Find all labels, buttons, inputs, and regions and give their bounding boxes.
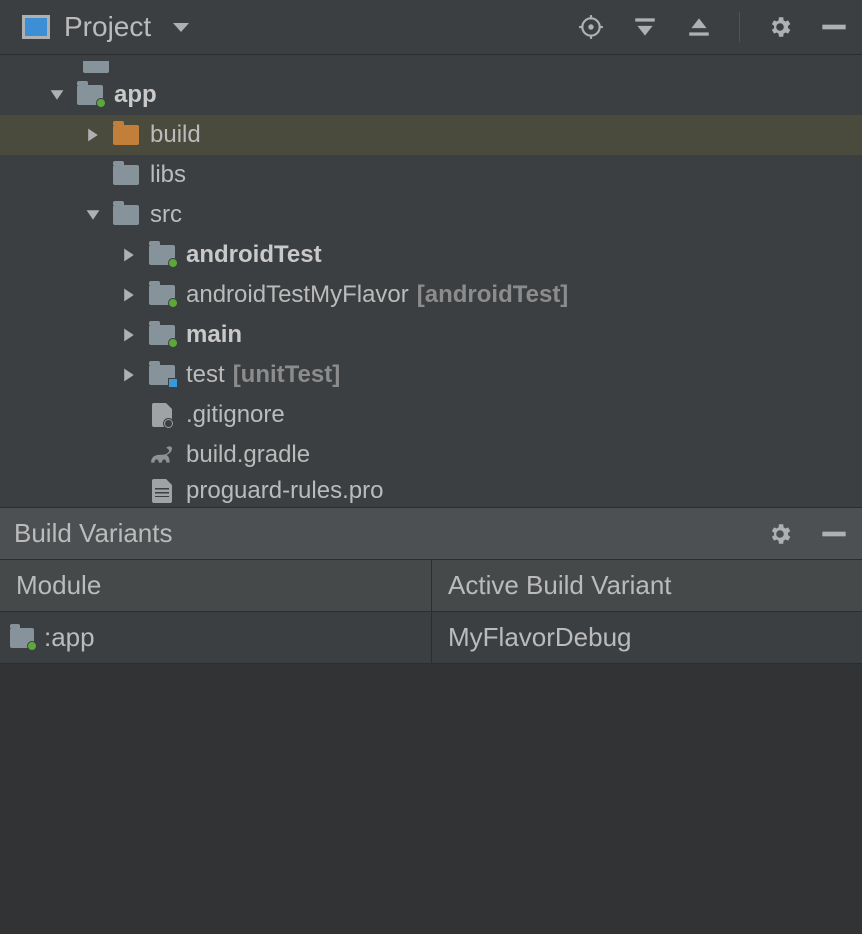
tree-label: build	[150, 121, 201, 149]
module-icon	[10, 628, 34, 648]
column-header-module[interactable]: Module	[0, 560, 432, 611]
tree-node-app[interactable]: app	[0, 75, 862, 115]
tree-label: src	[150, 201, 182, 229]
chevron-down-icon[interactable]	[173, 23, 189, 32]
chevron-right-icon[interactable]	[118, 247, 140, 263]
build-variants-header: Build Variants	[0, 507, 862, 560]
tree-label: libs	[150, 161, 186, 189]
chevron-right-icon[interactable]	[118, 287, 140, 303]
build-variants-empty-area	[0, 664, 862, 934]
tree-label: main	[186, 321, 242, 349]
panel-title: Build Variants	[14, 518, 173, 549]
build-variants-row[interactable]: :app MyFlavorDebug	[0, 612, 862, 664]
variant-cell[interactable]: MyFlavorDebug	[432, 612, 862, 663]
target-icon[interactable]	[577, 13, 605, 41]
tree-label-suffix: [androidTest]	[417, 281, 569, 309]
chevron-right-icon[interactable]	[118, 327, 140, 343]
variant-name: MyFlavorDebug	[448, 622, 632, 653]
tree-label: .gitignore	[186, 401, 285, 429]
chevron-down-icon[interactable]	[82, 207, 104, 223]
tree-label: proguard-rules.pro	[186, 477, 383, 505]
hide-icon[interactable]	[820, 520, 848, 548]
tree-row-truncated[interactable]	[0, 61, 862, 75]
tree-label: androidTestMyFlavor	[186, 281, 409, 309]
module-name: :app	[44, 622, 95, 653]
column-header-variant[interactable]: Active Build Variant	[432, 560, 862, 611]
project-toolbar: Project	[0, 0, 862, 55]
tree-node-build[interactable]: build	[0, 115, 862, 155]
tree-node-src[interactable]: src	[0, 195, 862, 235]
tree-label: test	[186, 361, 225, 389]
collapse-all-icon[interactable]	[685, 13, 713, 41]
expand-all-icon[interactable]	[631, 13, 659, 41]
tree-label: app	[114, 81, 157, 109]
chevron-right-icon[interactable]	[82, 127, 104, 143]
tree-node-main[interactable]: main	[0, 315, 862, 355]
module-cell[interactable]: :app	[0, 612, 432, 663]
chevron-right-icon[interactable]	[118, 367, 140, 383]
toolbar-divider	[739, 12, 740, 42]
gear-icon[interactable]	[766, 13, 794, 41]
project-view-selector[interactable]: Project	[64, 11, 151, 43]
tree-node-proguard[interactable]: proguard-rules.pro	[0, 475, 862, 507]
tree-node-androidtestmyflavor[interactable]: androidTestMyFlavor [androidTest]	[0, 275, 862, 315]
tree-node-test[interactable]: test [unitTest]	[0, 355, 862, 395]
gear-icon[interactable]	[766, 520, 794, 548]
build-variants-table-header: Module Active Build Variant	[0, 560, 862, 612]
toolbar-actions	[577, 12, 848, 42]
tree-node-androidtest[interactable]: androidTest	[0, 235, 862, 275]
tree-node-gitignore[interactable]: .gitignore	[0, 395, 862, 435]
hide-icon[interactable]	[820, 13, 848, 41]
tree-label: androidTest	[186, 241, 322, 269]
tree-label: build.gradle	[186, 441, 310, 469]
project-window-icon	[22, 15, 50, 39]
tree-label-suffix: [unitTest]	[233, 361, 341, 389]
project-tree[interactable]: app build libs src androidTest a	[0, 55, 862, 507]
tree-node-build-gradle[interactable]: build.gradle	[0, 435, 862, 475]
gradle-icon	[149, 444, 175, 466]
tree-node-libs[interactable]: libs	[0, 155, 862, 195]
chevron-down-icon[interactable]	[46, 87, 68, 103]
